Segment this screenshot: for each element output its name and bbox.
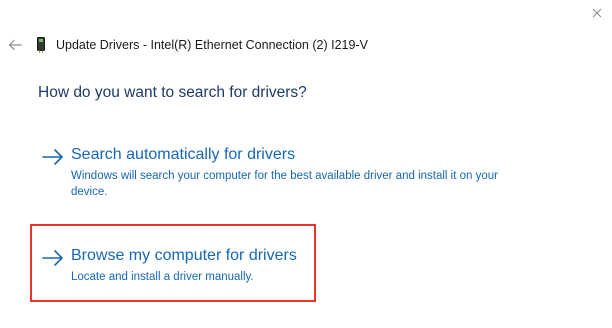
option-title: Search automatically for drivers <box>71 146 296 163</box>
option-title: Browse my computer for drivers <box>71 247 297 264</box>
dialog-title: Update Drivers - Intel(R) Ethernet Conne… <box>56 38 368 52</box>
page-heading: How do you want to search for drivers? <box>38 84 307 101</box>
network-adapter-icon <box>37 37 45 53</box>
browse-my-computer-option[interactable]: Browse my computer for drivers Locate an… <box>42 247 522 287</box>
close-icon <box>592 8 602 18</box>
arrow-right-icon <box>42 250 63 266</box>
update-drivers-dialog: Update Drivers - Intel(R) Ethernet Conne… <box>0 0 612 328</box>
search-automatically-option[interactable]: Search automatically for drivers Windows… <box>42 146 522 198</box>
option-description: Locate and install a driver manually. <box>71 271 254 283</box>
dialog-title-bar: Update Drivers - Intel(R) Ethernet Conne… <box>0 30 612 60</box>
close-button[interactable] <box>582 0 612 26</box>
arrow-right-icon <box>42 149 63 165</box>
back-button[interactable] <box>4 34 26 56</box>
option-description: Windows will search your computer for th… <box>71 170 498 198</box>
back-arrow-icon <box>8 39 22 51</box>
